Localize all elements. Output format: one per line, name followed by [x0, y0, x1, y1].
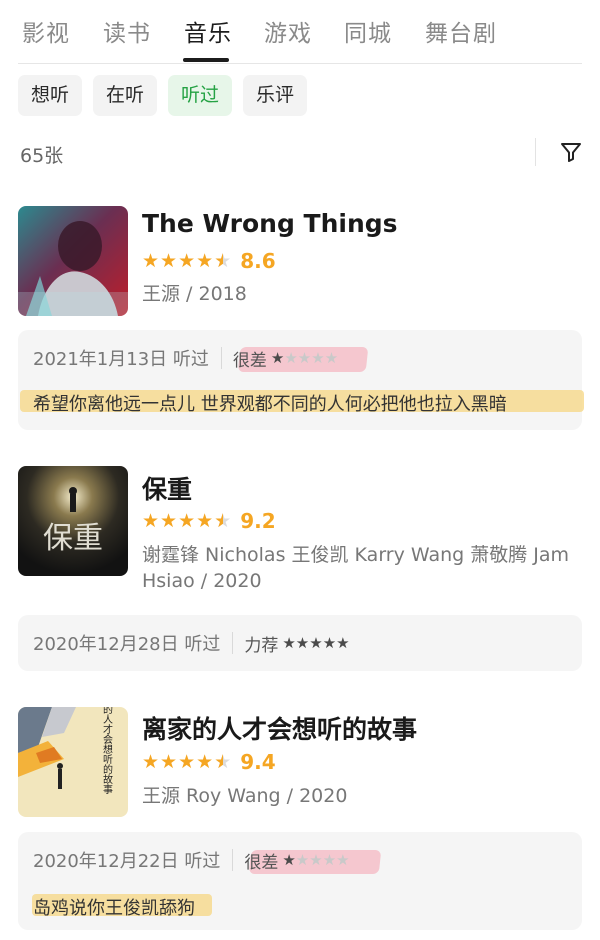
star-icon: ★: [196, 250, 214, 272]
star-icon: ★: [270, 349, 285, 367]
star-icon: ★: [297, 349, 312, 367]
tab-local[interactable]: 同城: [344, 18, 392, 50]
half-star-icon: ★: [214, 511, 231, 531]
star-icon: ★: [142, 751, 160, 773]
review-header: 2020年12月28日 听过 力荐 ★ ★ ★ ★ ★: [33, 630, 350, 656]
star-icon: ★: [324, 349, 339, 367]
rating-score: 9.2: [240, 509, 276, 533]
rating-row: ★★★★★ 9.4: [142, 750, 276, 774]
tab-music[interactable]: 音乐: [184, 18, 232, 50]
count-divider: [535, 138, 536, 166]
star-icon: ★: [336, 851, 350, 869]
album-cover-art: 保重: [18, 466, 128, 576]
star-icon: ★: [196, 751, 214, 773]
review-date: 2020年12月28日 听过: [33, 634, 221, 655]
star-icon: ★: [178, 510, 196, 532]
album-cover-text: 离家的人才会想听的故事: [101, 707, 113, 794]
review-divider: [232, 632, 234, 654]
review-level: 很差: [244, 852, 279, 873]
album-cover[interactable]: [18, 206, 128, 316]
half-star-icon: ★: [214, 251, 231, 271]
album-meta: 谢霆锋 Nicholas 王俊凯 Karry Wang 萧敬腾 Jam Hsia…: [142, 544, 570, 592]
star-icon: ★: [178, 250, 196, 272]
filter-listening[interactable]: 在听: [93, 75, 158, 116]
funnel-icon[interactable]: [559, 140, 583, 164]
star-icon: ★: [196, 510, 214, 532]
album-cover-text: 保重: [43, 521, 103, 556]
star-icon: ★: [142, 510, 160, 532]
review-level: 很差: [232, 350, 267, 371]
review-text: 岛鸡说你王俊凯舔狗: [33, 898, 195, 919]
star-icon: ★: [336, 634, 350, 652]
review-divider: [220, 347, 222, 369]
review-header: 2021年1月13日 听过 很差 ★ ★ ★ ★ ★: [33, 345, 338, 371]
star-icon: ★: [282, 634, 296, 652]
album-cover-art: 离家的人才会想听的故事: [18, 707, 128, 817]
album-cover[interactable]: 保重: [18, 466, 128, 576]
tab-film[interactable]: 影视: [22, 18, 70, 50]
star-icon: ★: [142, 250, 160, 272]
rating-stars: ★ ★ ★ ★ ★: [142, 511, 232, 531]
star-icon: ★: [160, 510, 178, 532]
half-star-icon: ★: [214, 752, 231, 772]
review-level: 力荐: [244, 635, 279, 656]
tab-books[interactable]: 读书: [103, 18, 151, 50]
user-rating-stars: ★ ★ ★ ★ ★: [271, 350, 338, 366]
rating-row: ★★★★★ 8.6: [142, 249, 276, 273]
filter-want-to-listen[interactable]: 想听: [18, 75, 83, 116]
review-card[interactable]: 2020年12月28日 听过 力荐 ★ ★ ★ ★ ★: [18, 615, 582, 671]
star-icon: ★: [282, 851, 296, 869]
star-icon: ★: [322, 634, 337, 652]
user-rating-stars: ★ ★ ★ ★ ★: [282, 635, 349, 651]
category-tabs: 影视 读书 音乐 游戏 同城 舞台剧: [0, 0, 600, 64]
filter-reviews[interactable]: 乐评: [243, 75, 308, 116]
album-title[interactable]: 离家的人才会想听的故事: [142, 710, 417, 746]
review-header: 2020年12月22日 听过 很差 ★ ★ ★ ★ ★: [33, 847, 350, 873]
rating-stars: ★ ★ ★ ★ ★: [142, 752, 232, 772]
review-date: 2021年1月13日 听过: [33, 349, 209, 370]
rating-score: 9.4: [240, 750, 276, 774]
review-date: 2020年12月22日 听过: [33, 851, 221, 872]
album-cover-art: [18, 206, 128, 316]
album-title[interactable]: 保重: [142, 470, 192, 506]
star-icon: ★: [295, 851, 310, 869]
star-icon: ★: [284, 349, 298, 367]
tab-drama[interactable]: 舞台剧: [425, 18, 497, 50]
rating-score: 8.6: [240, 249, 276, 273]
album-cover[interactable]: 离家的人才会想听的故事: [18, 707, 128, 817]
star-icon: ★: [322, 851, 337, 869]
album-title[interactable]: The Wrong Things: [142, 209, 398, 238]
star-icon: ★: [160, 250, 178, 272]
review-text: 希望你离他远一点儿 世界观都不同的人何必把他也拉入黑暗: [33, 394, 507, 415]
review-card[interactable]: 2020年12月22日 听过 很差 ★ ★ ★ ★ ★ 岛鸡说你王俊凯舔狗: [18, 832, 582, 930]
active-tab-indicator: [183, 58, 229, 62]
item-count: 65张: [20, 145, 64, 167]
rating-stars: ★ ★ ★ ★ ★: [142, 251, 232, 271]
album-meta: 王源 / 2018: [142, 283, 247, 305]
star-icon: ★: [309, 851, 323, 869]
star-icon: ★: [311, 349, 325, 367]
album-meta: 王源 Roy Wang / 2020: [142, 785, 348, 807]
star-icon: ★: [309, 634, 323, 652]
review-card[interactable]: 2021年1月13日 听过 很差 ★ ★ ★ ★ ★ 希望你离他远一点儿 世界观都不同的…: [18, 330, 584, 430]
user-rating-stars: ★ ★ ★ ★ ★: [282, 852, 349, 868]
rating-row: ★★★★★ 9.2: [142, 509, 276, 533]
tab-games[interactable]: 游戏: [264, 18, 312, 50]
star-icon: ★: [178, 751, 196, 773]
star-icon: ★: [160, 751, 178, 773]
tabs-divider: [18, 63, 582, 64]
star-icon: ★: [295, 634, 310, 652]
filter-listened[interactable]: 听过: [168, 75, 233, 116]
review-divider: [232, 849, 234, 871]
